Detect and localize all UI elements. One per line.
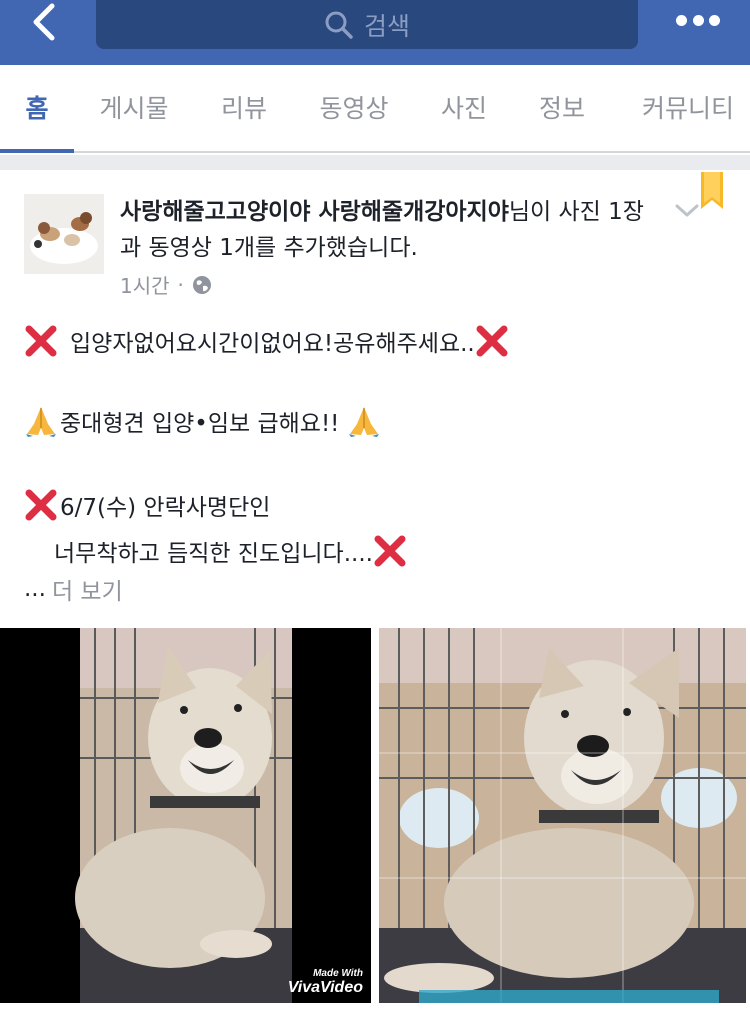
more-dots-icon [709, 14, 720, 26]
post-text-line: 너무착하고 듬직한 진도입니다.... [54, 541, 373, 567]
search-placeholder: 검색 [363, 11, 410, 41]
tab-photos[interactable]: 사진 [428, 65, 500, 153]
post-line-1: 입양자없어요시간이없어요!공유해주세요.. [24, 324, 509, 358]
section-divider [0, 155, 750, 170]
tab-videos[interactable]: 동영상 [306, 65, 402, 153]
post-timestamp[interactable]: 1시간 [120, 270, 170, 299]
tab-community[interactable]: 커뮤니티 [626, 65, 750, 153]
back-button[interactable] [22, 2, 72, 42]
folded-hands-icon [26, 407, 56, 437]
more-dots-icon [692, 14, 704, 26]
dog-video-image [75, 628, 292, 1003]
post-text-line: 입양자없어요시간이없어요!공유해주세요.. [70, 331, 475, 357]
tab-posts[interactable]: 게시물 [86, 65, 182, 153]
red-x-mark-icon [25, 325, 57, 357]
search-icon [325, 11, 353, 39]
post-meta: 1시간 · [120, 270, 212, 299]
dog-photo-image [379, 628, 746, 1003]
top-navigation-bar: 검색 [0, 0, 750, 65]
bookmark-icon[interactable] [700, 172, 724, 210]
watermark-small-text: Made With [313, 968, 363, 979]
avatar-image [24, 194, 104, 274]
chevron-left-icon [33, 3, 55, 41]
truncation-ellipsis: ... [24, 576, 46, 602]
post-line-3: 6/7(수) 안락사명단인 [24, 488, 270, 522]
more-options-button[interactable] [676, 10, 720, 30]
red-x-mark-icon [25, 489, 57, 521]
search-field[interactable]: 검색 [96, 0, 638, 49]
tab-reviews[interactable]: 리뷰 [208, 65, 280, 153]
post-author-link[interactable]: 사랑해줄고고양이야 사랑해줄개강아지야 [120, 199, 509, 225]
post-line-2: 중대형견 입양•임보 급해요!! [24, 404, 381, 438]
more-dots-icon [676, 14, 687, 26]
tab-info[interactable]: 정보 [526, 65, 598, 153]
video-watermark: Made With VivaVideo [288, 968, 363, 997]
post-text-line: 6/7(수) 안락사명단인 [60, 495, 271, 521]
video-thumbnail[interactable]: Made With VivaVideo [0, 628, 371, 1003]
feed-post: 사랑해줄고고양이야 사랑해줄개강아지야님이 사진 1장과 동영상 1개를 추가했… [0, 170, 750, 1013]
meta-separator: · [177, 272, 184, 297]
see-more-row: ... 더 보기 [24, 572, 123, 606]
active-tab-indicator [0, 149, 74, 153]
see-more-link[interactable]: 더 보기 [52, 572, 123, 606]
globe-icon [192, 275, 211, 294]
watermark-brand-text: VivaVideo [287, 979, 363, 996]
post-options-chevron-icon[interactable] [674, 200, 700, 220]
red-x-mark-icon [476, 325, 508, 357]
page-tabs: 홈 게시물 리뷰 동영상 사진 정보 커뮤니티 [0, 65, 750, 153]
post-text-line: 중대형견 입양•임보 급해요!! [60, 411, 340, 437]
red-x-mark-icon [374, 535, 406, 567]
tab-home[interactable]: 홈 [0, 65, 74, 153]
photo-thumbnail[interactable] [379, 628, 746, 1003]
page-avatar[interactable] [24, 194, 104, 274]
post-header-text: 사랑해줄고고양이야 사랑해줄개강아지야님이 사진 1장과 동영상 1개를 추가했… [120, 194, 660, 266]
folded-hands-icon [349, 407, 380, 437]
post-line-4: 너무착하고 듬직한 진도입니다.... [54, 534, 407, 568]
